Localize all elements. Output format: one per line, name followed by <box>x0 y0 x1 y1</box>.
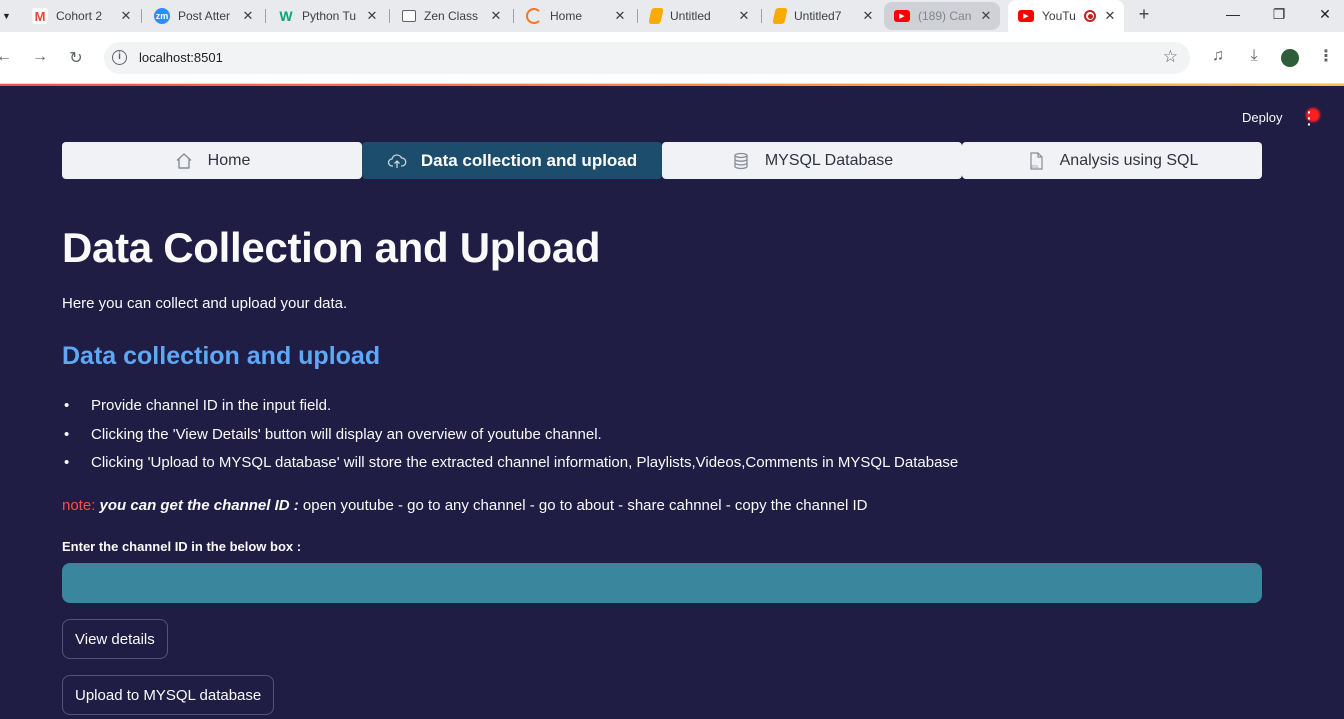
bookmark-star-icon[interactable]: ☆ <box>1163 47 1178 67</box>
new-tab-button[interactable]: + <box>1134 4 1154 25</box>
kebab-menu-icon: · · · <box>1307 104 1312 132</box>
youtube-icon: ▶ <box>894 10 910 22</box>
house-icon <box>174 151 194 171</box>
close-icon[interactable]: ✕ <box>860 8 876 24</box>
browser-tab-colab-untitled[interactable]: Untitled ✕ <box>640 2 758 30</box>
browser-menu-icon[interactable]: ⋮ <box>1316 46 1336 66</box>
svg-text:SQL: SQL <box>1030 164 1039 169</box>
media-control-icon[interactable]: ♫ <box>1208 47 1228 65</box>
youtube-icon: ▶ <box>1018 10 1034 22</box>
note-emphasis: you can get the channel ID : <box>99 497 299 514</box>
close-icon[interactable]: ✕ <box>612 8 628 24</box>
page-icon <box>402 10 416 22</box>
browser-tab-strip: ▼ M Cohort 2 ✕ zm Post Atter ✕ W Python … <box>0 0 1344 32</box>
restore-button[interactable]: ❐ <box>1269 6 1289 23</box>
minimize-button[interactable]: — <box>1223 6 1243 22</box>
instructions-list: Provide channel ID in the input field. C… <box>62 396 958 482</box>
chevron-down-icon: ▼ <box>2 11 11 21</box>
recording-icon <box>1084 10 1096 22</box>
browser-tab-zen-class[interactable]: Zen Class ✕ <box>392 2 510 30</box>
address-bar[interactable]: i localhost:8501 ☆ <box>104 42 1190 74</box>
list-item: Provide channel ID in the input field. <box>62 396 958 425</box>
page-title: Data Collection and Upload <box>62 224 601 271</box>
channel-id-input[interactable] <box>62 563 1262 603</box>
close-icon[interactable]: ✕ <box>736 8 752 24</box>
app-decoration-bar <box>0 84 1344 86</box>
w3schools-icon: W <box>279 8 293 24</box>
gmail-icon: M <box>32 8 48 24</box>
close-icon[interactable]: ✕ <box>978 8 994 24</box>
note-label: note: <box>62 497 96 514</box>
close-icon[interactable]: ✕ <box>118 8 134 24</box>
browser-tab-colab-untitled7[interactable]: Untitled7 ✕ <box>764 2 882 30</box>
deploy-button[interactable]: Deploy <box>1232 110 1292 125</box>
note-text: note: you can get the channel ID : open … <box>62 497 867 514</box>
list-item: Clicking 'Upload to MYSQL database' will… <box>62 453 958 482</box>
forward-button[interactable]: → <box>30 48 50 66</box>
back-button[interactable]: ← <box>0 48 14 66</box>
colab-icon <box>648 8 664 24</box>
close-icon[interactable]: ✕ <box>240 8 256 24</box>
note-body: open youtube - go to any channel - go to… <box>302 497 868 514</box>
colab-icon <box>772 8 788 24</box>
cloud-upload-icon <box>387 151 407 171</box>
view-details-button[interactable]: View details <box>62 619 168 659</box>
nav-item-analysis-sql[interactable]: SQL Analysis using SQL <box>962 142 1262 179</box>
avatar[interactable] <box>1281 49 1299 67</box>
close-icon[interactable]: ✕ <box>364 8 380 24</box>
tab-search-chevron[interactable]: ▼ <box>0 2 14 30</box>
database-icon <box>731 151 751 171</box>
download-icon[interactable]: ⤓ <box>1244 47 1264 65</box>
reload-button[interactable]: ↻ <box>66 48 86 68</box>
browser-tab-zoom[interactable]: zm Post Atter ✕ <box>144 2 262 30</box>
upload-mysql-button[interactable]: Upload to MYSQL database <box>62 675 275 715</box>
nav-item-data-collection[interactable]: Data collection and upload <box>362 142 662 179</box>
browser-toolbar: ← → ↻ i localhost:8501 ☆ ♫ ⤓ ⋮ <box>0 32 1344 84</box>
site-info-icon[interactable]: i <box>112 50 127 65</box>
close-window-button[interactable]: ✕ <box>1315 6 1335 23</box>
browser-tab-jupyter-home[interactable]: Home ✕ <box>516 2 634 30</box>
browser-tab-gmail[interactable]: M Cohort 2 ✕ <box>22 2 140 30</box>
sql-file-icon: SQL <box>1026 151 1046 171</box>
page-nav-menu: Home Data collection and upload MYSQL Da… <box>62 142 1262 179</box>
browser-tab-youtube-189[interactable]: ▶ (189) Can ✕ <box>884 2 1000 30</box>
zoom-icon: zm <box>154 8 170 24</box>
channel-id-label: Enter the channel ID in the below box : <box>62 539 302 554</box>
nav-item-home[interactable]: Home <box>62 142 362 179</box>
intro-text: Here you can collect and upload your dat… <box>62 295 348 312</box>
browser-tab-w3schools[interactable]: W Python Tu ✕ <box>268 2 386 30</box>
address-url: localhost:8501 <box>139 50 223 65</box>
browser-tab-youtube-active[interactable]: ▶ YouTu ✕ <box>1008 0 1124 32</box>
main-menu-button[interactable]: · · · <box>1300 104 1322 132</box>
jupyter-icon <box>526 8 542 24</box>
nav-item-mysql-database[interactable]: MYSQL Database <box>662 142 962 179</box>
close-icon[interactable]: ✕ <box>1102 8 1118 24</box>
list-item: Clicking the 'View Details' button will … <box>62 425 958 454</box>
close-icon[interactable]: ✕ <box>488 8 504 24</box>
section-subheader: Data collection and upload <box>62 342 381 370</box>
